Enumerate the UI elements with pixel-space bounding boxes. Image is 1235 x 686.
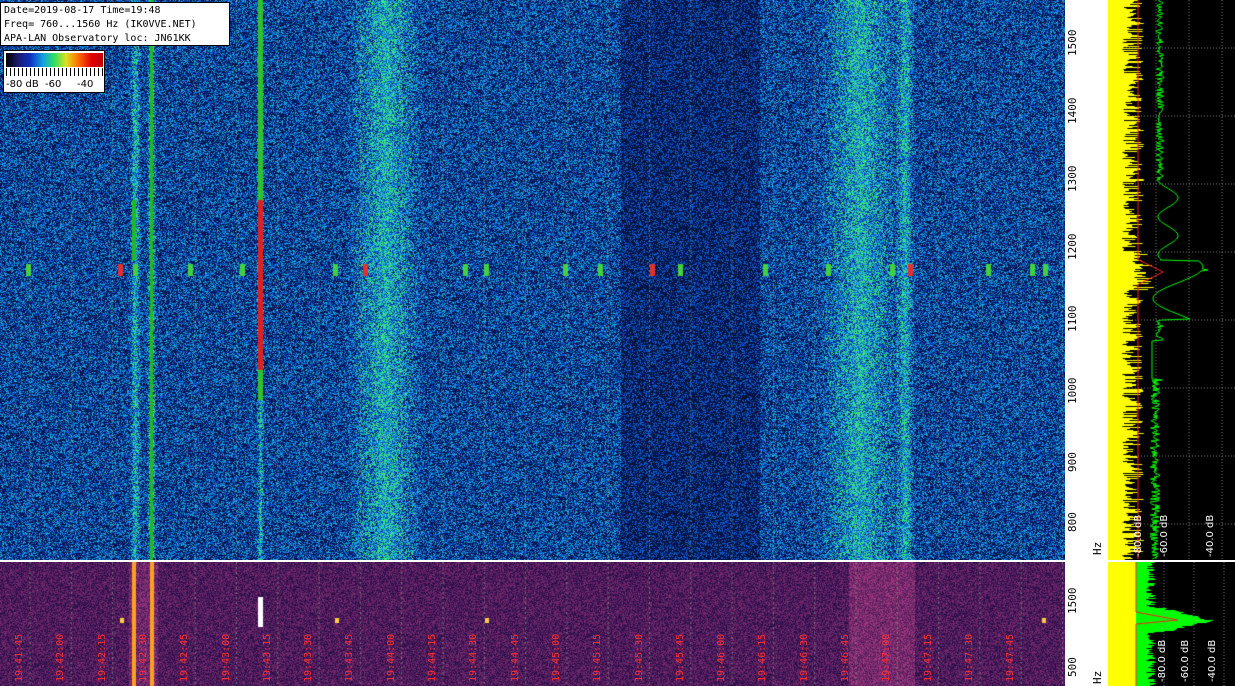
time-label: 19:43:30 [303,633,315,682]
scale-label-60: -60 [45,79,62,90]
freq-tick-1100: 1100 [1066,305,1079,333]
time-label: 19:42:45 [179,633,191,682]
time-label: 19:44:30 [468,633,480,682]
time-label: 19:43:00 [220,633,232,682]
info-frequency: Freq= 760...1560 Hz (IK0VVE.NET) [4,19,197,30]
time-label: 19:42:30 [137,633,149,682]
time-label: 19:46:00 [716,633,728,682]
frequency-axis-top: 1500 1400 1300 1200 1100 1000 900 800 Hz [1065,0,1108,560]
db-label-40-bottom: -40.0 dB [1207,639,1218,682]
db-label-80: -80.0 dB [1133,514,1144,557]
time-label: 19:46:30 [798,633,810,682]
db-label-40: -40.0 dB [1205,514,1216,557]
info-date-time: Date=2019-08-17 Time=19:48 [4,5,161,16]
freq-tick-1400: 1400 [1066,97,1079,125]
freq-tick-1000: 1000 [1066,377,1079,405]
freq-tick-1200: 1200 [1066,233,1079,261]
time-label: 19:42:15 [96,633,108,682]
time-label: 19:46:15 [757,633,769,682]
time-label: 19:47:15 [922,633,934,682]
freq-tick-500-bottom: 500 [1066,657,1079,677]
time-label: 19:44:00 [385,633,397,682]
time-label: 19:44:45 [509,633,521,682]
time-label: 19:47:00 [881,633,893,682]
time-label: 19:44:15 [427,633,438,682]
wide-spectrogram [0,562,1065,686]
time-label: 19:45:30 [633,633,645,682]
color-scale-ticks [6,68,103,76]
freq-unit-top: Hz [1091,541,1104,555]
scale-label-80: -80 dB [6,79,39,90]
info-observatory: APA-LAN Observatory loc: JN61KK [4,33,191,44]
freq-unit-bottom: Hz [1091,670,1104,684]
info-panel: Date=2019-08-17 Time=19:48 Freq= 760...1… [0,2,230,46]
waterfall-spectrogram [0,0,1065,560]
spectrum-profile [1108,0,1235,560]
time-label: 19:45:45 [674,633,686,682]
db-label-80-bottom: -80.0 dB [1157,639,1168,682]
scale-label-40: -40 [77,79,94,90]
time-label: 19:47:30 [963,633,975,682]
time-label: 19:45:00 [550,633,562,682]
frequency-axis-bottom: 1500 500 Hz [1065,562,1108,686]
time-label: 19:43:45 [344,633,356,682]
freq-tick-1300: 1300 [1066,165,1079,193]
time-label: 19:43:15 [261,633,273,682]
freq-tick-1500: 1500 [1066,29,1079,57]
time-label: 19:47:45 [1005,633,1017,682]
time-label: 19:42:00 [55,633,67,682]
time-label: 19:41:45 [14,633,25,682]
color-scale-bar [6,53,103,67]
time-label: 19:45:15 [592,633,604,682]
freq-tick-900: 900 [1066,452,1079,472]
db-label-60-bottom: -60.0 dB [1180,639,1191,682]
time-label: 19:46:45 [840,633,851,682]
color-scale-legend: -80 dB -60 -40 [3,50,105,93]
freq-tick-800: 800 [1066,512,1079,532]
freq-tick-1500-bottom: 1500 [1066,587,1079,615]
db-label-60: -60.0 dB [1159,514,1170,557]
